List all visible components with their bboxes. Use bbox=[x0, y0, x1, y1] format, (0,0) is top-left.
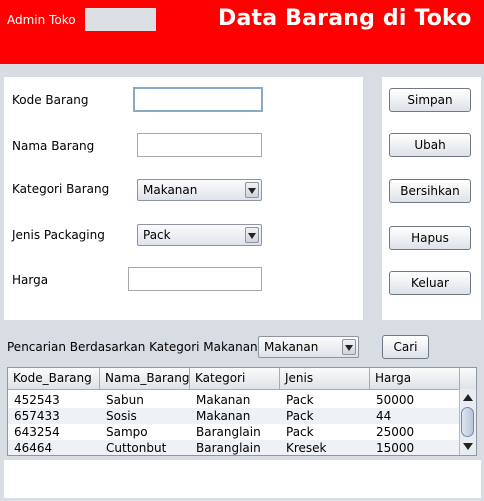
column-header-nama-barang[interactable]: Nama_Barang bbox=[100, 368, 190, 389]
table-cell: 15000 bbox=[376, 441, 415, 455]
nama-barang-input[interactable] bbox=[137, 133, 262, 157]
table-cell: 46464 bbox=[14, 441, 53, 455]
table-cell: 25000 bbox=[376, 425, 415, 439]
chevron-down-icon[interactable] bbox=[245, 227, 259, 243]
search-kategori-select[interactable]: Makanan bbox=[258, 336, 359, 358]
table-cell: Pack bbox=[286, 393, 314, 407]
form-panel: Kode Barang Nama Barang Kategori Barang … bbox=[4, 77, 363, 320]
admin-name-field bbox=[85, 8, 156, 31]
column-header-harga[interactable]: Harga bbox=[370, 368, 460, 389]
kategori-barang-label: Kategori Barang bbox=[12, 182, 110, 196]
table-cell: Makanan bbox=[196, 409, 251, 423]
cari-button[interactable]: Cari bbox=[382, 335, 429, 359]
empty-panel bbox=[4, 460, 481, 498]
ubah-button[interactable]: Ubah bbox=[389, 133, 471, 157]
kategori-barang-select[interactable]: Makanan bbox=[137, 179, 262, 201]
nama-barang-label: Nama Barang bbox=[12, 139, 95, 153]
scroll-up-icon[interactable] bbox=[463, 394, 473, 401]
chevron-down-icon[interactable] bbox=[245, 182, 259, 198]
admin-label: Admin Toko bbox=[7, 13, 76, 27]
table-cell: 44 bbox=[376, 409, 392, 423]
header-bar: Admin Toko Data Barang di Toko bbox=[0, 0, 484, 64]
kode-barang-input[interactable] bbox=[133, 87, 263, 112]
kode-barang-label: Kode Barang bbox=[12, 93, 89, 107]
table-row[interactable]: 46464 Cuttonbut Baranglain Kresek 15000 bbox=[8, 440, 460, 455]
page-title: Data Barang di Toko bbox=[218, 6, 472, 31]
jenis-packaging-value: Pack bbox=[143, 228, 171, 242]
scroll-down-icon[interactable] bbox=[463, 443, 473, 450]
table-cell: Pack bbox=[286, 409, 314, 423]
table-cell: Cuttonbut bbox=[106, 441, 167, 455]
action-button-panel: Simpan Ubah Bersihkan Hapus Keluar bbox=[382, 77, 481, 320]
simpan-button[interactable]: Simpan bbox=[389, 88, 471, 112]
table-cell: Kresek bbox=[286, 441, 327, 455]
keluar-button[interactable]: Keluar bbox=[389, 271, 471, 295]
kategori-barang-value: Makanan bbox=[143, 183, 198, 197]
bersihkan-button[interactable]: Bersihkan bbox=[389, 179, 471, 203]
table-cell: 50000 bbox=[376, 393, 415, 407]
table-cell: 452543 bbox=[14, 393, 60, 407]
hapus-button[interactable]: Hapus bbox=[389, 226, 471, 250]
table-cell: Sabun bbox=[106, 393, 144, 407]
chevron-down-icon[interactable] bbox=[342, 339, 356, 355]
table-cell: Baranglain bbox=[196, 425, 261, 439]
table-cell: Makanan bbox=[196, 393, 251, 407]
table-row[interactable]: 657433 Sosis Makanan Pack 44 bbox=[8, 408, 460, 424]
table-cell: Pack bbox=[286, 425, 314, 439]
jenis-packaging-select[interactable]: Pack bbox=[137, 224, 262, 246]
column-header-kode-barang[interactable]: Kode_Barang bbox=[8, 368, 100, 389]
jenis-packaging-label: Jenis Packaging bbox=[12, 228, 105, 242]
column-header-kategori[interactable]: Kategori bbox=[190, 368, 280, 389]
barang-table[interactable]: Kode_Barang Nama_Barang Kategori Jenis H… bbox=[7, 367, 477, 456]
search-label: Pencarian Berdasarkan Kategori Makanan bbox=[7, 340, 258, 354]
harga-label: Harga bbox=[12, 273, 49, 287]
table-row[interactable]: 643254 Sampo Baranglain Pack 25000 bbox=[8, 424, 460, 440]
column-header-jenis[interactable]: Jenis bbox=[280, 368, 370, 389]
scroll-thumb[interactable] bbox=[461, 407, 474, 437]
table-cell: 643254 bbox=[14, 425, 60, 439]
table-header: Kode_Barang Nama_Barang Kategori Jenis H… bbox=[8, 368, 476, 390]
table-cell: 657433 bbox=[14, 409, 60, 423]
search-kategori-value: Makanan bbox=[264, 340, 319, 354]
table-cell: Sampo bbox=[106, 425, 148, 439]
table-cell: Baranglain bbox=[196, 441, 261, 455]
harga-input[interactable] bbox=[128, 267, 262, 291]
table-row[interactable]: 452543 Sabun Makanan Pack 50000 bbox=[8, 392, 460, 408]
table-vertical-scrollbar[interactable] bbox=[459, 389, 476, 455]
table-cell: Sosis bbox=[106, 409, 137, 423]
